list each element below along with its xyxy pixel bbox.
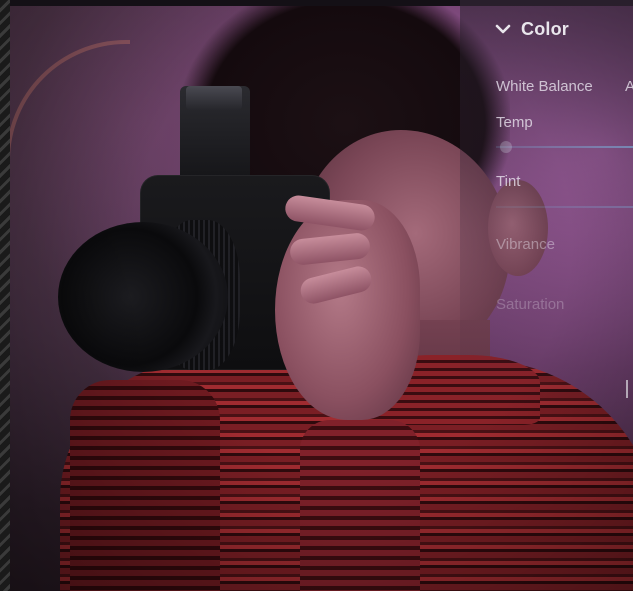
tint-label: Tint (496, 173, 521, 190)
tint-slider[interactable] (496, 206, 633, 208)
window-edge (0, 0, 10, 591)
white-balance-row[interactable]: White Balance A (496, 78, 633, 98)
temp-label: Temp (496, 114, 533, 131)
photo-editor-canvas: Color White Balance A Temp Tint Vibrance… (0, 0, 633, 591)
vibrance-label: Vibrance (496, 236, 555, 253)
color-section-header[interactable]: Color (495, 16, 569, 42)
chevron-down-icon[interactable] (495, 21, 511, 37)
subject-left-arm (70, 380, 220, 591)
adjustments-panel (460, 0, 633, 420)
camera-lens (58, 222, 228, 372)
panel-scroll-marker (626, 380, 628, 398)
temp-slider[interactable] (496, 146, 633, 148)
subject-right-forearm (300, 420, 420, 591)
section-title: Color (521, 18, 569, 39)
white-balance-value[interactable]: A (625, 78, 633, 95)
saturation-label: Saturation (496, 296, 565, 313)
camera-flash-head (186, 86, 242, 110)
temp-slider-thumb[interactable] (500, 141, 512, 153)
white-balance-label: White Balance (496, 78, 593, 95)
